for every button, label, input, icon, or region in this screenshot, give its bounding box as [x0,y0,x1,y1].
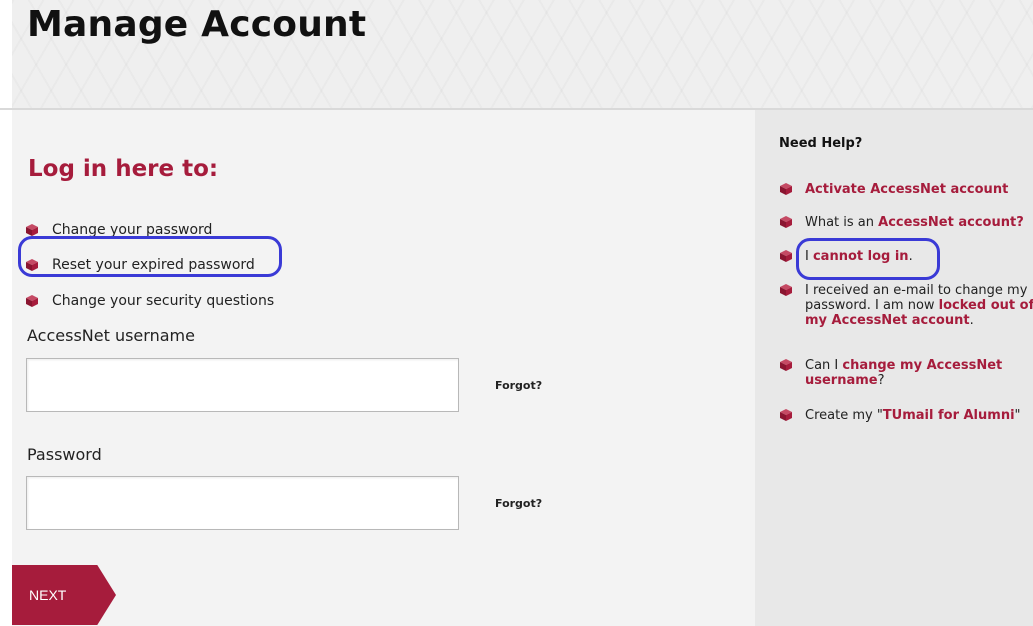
tumail-alumni-link[interactable]: TUmail for Alumni [883,408,1015,423]
list-item: What is an AccessNet account? [780,215,1033,230]
help-item-text: . [969,313,974,328]
help-item-text: ? [877,373,885,388]
cube-icon [780,183,792,195]
list-item: I cannot log in. [780,249,1033,264]
help-item-text: I [805,249,813,264]
cube-icon [26,223,38,236]
cube-icon [780,359,792,371]
what-is-accessnet-link[interactable]: AccessNet account? [878,215,1024,230]
help-item-text: Can I [805,358,843,373]
list-item: Activate AccessNet account [780,182,1033,197]
help-item-text: . [908,249,913,264]
header-edge [0,0,12,108]
page-header: Manage Account [0,0,1033,110]
cube-icon [780,409,792,421]
help-item-text: Create my " [805,408,883,423]
help-item-text: " [1014,408,1021,423]
cube-icon [780,284,792,296]
list-item-label: Change your password [52,221,213,238]
locked-out-link-cont[interactable]: my AccessNet account [805,313,970,328]
list-item: I received an e-mail to change my passwo… [780,283,1033,328]
list-item-label: Reset your expired password [52,257,255,274]
login-purpose-list: Change your password Reset your expired … [26,212,274,319]
list-item: Create my "TUmail for Alumni" [780,408,1033,423]
cannot-log-in-link[interactable]: cannot log in [813,249,909,264]
forgot-password-link[interactable]: Forgot? [495,497,542,510]
cube-icon [780,216,792,228]
password-input[interactable] [26,476,459,530]
locked-out-link[interactable]: locked out of [939,298,1033,313]
cube-icon [780,250,792,262]
login-heading: Log in here to: [28,156,219,182]
next-button[interactable]: NEXT [12,565,116,625]
activate-account-link[interactable]: Activate AccessNet account [805,182,1008,197]
help-item-text: password. I am now [805,298,939,313]
list-item: Change your password [26,212,274,248]
help-heading: Need Help? [779,136,863,151]
help-item-text: I received an e-mail to change my [805,283,1028,298]
cube-icon [26,294,38,307]
list-item: Change your security questions [26,283,274,319]
password-label: Password [27,445,102,464]
change-username-link[interactable]: change my AccessNet [842,358,1002,373]
username-label: AccessNet username [27,326,195,345]
list-item-label: Change your security questions [52,292,275,309]
forgot-username-link[interactable]: Forgot? [495,379,542,392]
page-title: Manage Account [27,4,367,45]
change-username-link-cont[interactable]: username [805,373,878,388]
username-input[interactable] [26,358,459,412]
list-item: Can I change my AccessNet username? [780,358,1033,388]
help-item-text: What is an [805,215,879,230]
cube-icon [26,259,38,272]
list-item: Reset your expired password [26,248,274,284]
